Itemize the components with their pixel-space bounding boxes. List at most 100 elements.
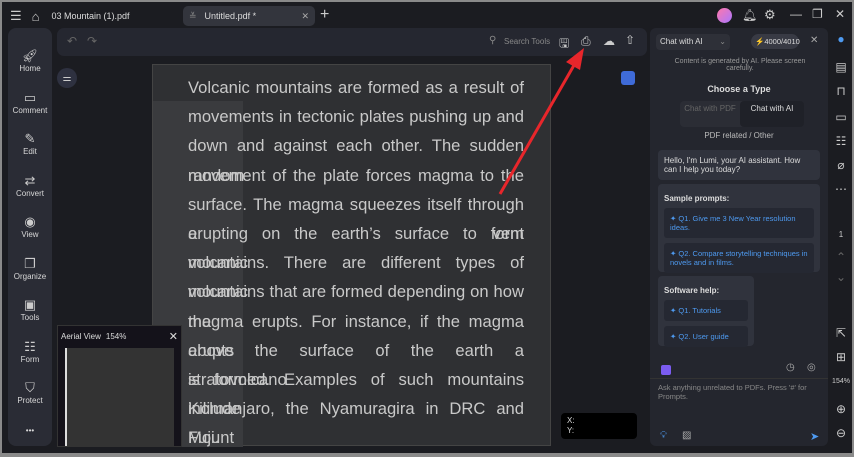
text-line: Kilimanjaro, the Nyamuragira in DRC and … (188, 399, 524, 448)
chat-input[interactable]: Ask anything unrelated to PDFs. Press '#… (658, 383, 818, 401)
ai-tool-icon[interactable] (621, 71, 635, 85)
type-ai-button[interactable]: Chat with AI (740, 101, 804, 127)
y-coord: Y: (567, 426, 575, 435)
help-item[interactable]: ✦ Q2. User guide (664, 326, 748, 347)
fit-width-icon[interactable]: ⊞ (830, 350, 852, 364)
title-bar: ☰ ⌂ 03 Mountain (1).pdf ≚ Untitled.pdf *… (2, 2, 852, 30)
image-icon[interactable]: ▨ (682, 430, 691, 441)
greeting-message: Hello, I'm Lumi, your AI assistant. How … (658, 150, 820, 180)
sidebar-item-label: Protect (17, 396, 43, 405)
close-icon[interactable]: ✕ (835, 7, 845, 21)
sidebar-item-label: Comment (12, 105, 48, 115)
sidebar-item-label: Form (20, 354, 40, 364)
right-rail: ● ▤ ⊓ ▭ ☷ ⌀ ⋯ 1 ⌃ ⌄ ⇱ ⊞ 154% ⊕ ⊖ (830, 28, 852, 446)
comment-icon: ▭ (23, 89, 37, 105)
edit-icon: ✎ (24, 131, 36, 146)
zoom-level[interactable]: 154% (830, 378, 852, 385)
aerial-thumbnail[interactable] (65, 348, 174, 446)
sidebar-item-edit[interactable]: ✎ Edit (8, 131, 52, 156)
form-icon: ☷ (24, 338, 36, 354)
sidebar-item-label: Tools (20, 313, 40, 322)
zoom-in-icon[interactable]: ⊕ (830, 402, 852, 416)
history-icon[interactable]: ◷ (786, 362, 795, 373)
send-icon[interactable]: ➤ (810, 430, 819, 443)
home-icon[interactable]: ⌂ (32, 9, 40, 24)
coordinate-readout: X: Y: (561, 413, 637, 439)
active-tab[interactable]: ≚ Untitled.pdf * ✕ (183, 6, 315, 26)
attachment-icon[interactable]: ⌀ (830, 158, 852, 172)
settings-icon[interactable]: ◎ (807, 362, 816, 373)
lightbulb-icon[interactable]: 💡︎ (660, 430, 667, 441)
avatar[interactable] (717, 8, 732, 23)
sidebar-item-organize[interactable]: ❐ Organize (8, 256, 52, 281)
tab-label: Untitled.pdf * (204, 11, 257, 21)
adjust-settings-icon[interactable]: ⚌ (57, 68, 77, 88)
page-number[interactable]: 1 (830, 230, 852, 239)
thumbnails-icon[interactable]: ▤ (830, 60, 852, 74)
more-icon[interactable]: ⋯ (830, 182, 852, 196)
sidebar-item-label: View (21, 230, 39, 239)
text-line: mountains that are formed depending on h… (188, 282, 524, 331)
comment-icon[interactable]: ▭ (830, 110, 852, 124)
app-window: ☰ ⌂ 03 Mountain (1).pdf ≚ Untitled.pdf *… (2, 2, 852, 453)
type-caption: PDF related / Other (704, 131, 774, 140)
select-cursor-icon[interactable]: ⇱ (830, 326, 852, 340)
help-item[interactable]: ✦ Q1. Tutorials (664, 300, 748, 321)
more-button[interactable]: ••• (8, 426, 52, 435)
aerial-title: Aerial View (61, 331, 101, 341)
sample-prompt[interactable]: ✦ Q1. Give me 3 New Year resolution idea… (664, 208, 814, 238)
sample-prompt[interactable]: ✦ Q2. Compare storytelling techniques in… (664, 243, 814, 273)
choose-type-heading: Choose a Type (707, 84, 771, 94)
prompt-library-icon[interactable] (661, 365, 671, 375)
minimize-icon[interactable]: — (790, 7, 802, 21)
new-tab-icon[interactable]: + (320, 6, 329, 24)
sidebar-item-view[interactable]: ◉ View (8, 214, 52, 239)
form-fields-icon[interactable]: ☷ (830, 134, 852, 148)
close-tab-icon[interactable]: ✕ (301, 11, 309, 22)
sidebar-item-tools[interactable]: ▣ Tools (8, 297, 52, 322)
page-up-icon[interactable]: ⌃ (830, 250, 852, 264)
software-help-card: Software help: ✦ Q1. Tutorials ✦ Q2. Use… (658, 276, 754, 347)
redo-icon[interactable]: ↷ (87, 34, 97, 48)
text-line: movement of the plate forces magma to th… (188, 165, 524, 185)
aerial-zoom: 154% (105, 331, 127, 341)
undo-icon[interactable]: ↶ (67, 34, 77, 48)
sidebar-item-label: Edit (23, 147, 37, 156)
sidebar-item-protect[interactable]: ⛉ Protect (8, 380, 52, 405)
restore-icon[interactable]: ❐ (812, 7, 823, 21)
credits-badge[interactable]: ⚡4000/4010 (751, 34, 800, 49)
bookmark-icon[interactable]: ⊓ (830, 84, 852, 98)
text-line: down and against each other. The sudden … (188, 136, 524, 185)
menu-icon[interactable]: ☰ (10, 8, 22, 24)
share-icon[interactable]: ⇧ (625, 33, 635, 47)
x-coord: X: (567, 416, 575, 425)
sidebar-item-convert[interactable]: ⇄ Convert (8, 173, 52, 198)
text-line: above the surface of the earth a stratov… (188, 340, 524, 389)
gear-icon[interactable]: ⚙ (764, 7, 776, 23)
text-line: erupting on the earth’s surface to form … (188, 223, 524, 273)
text-line: Fuji. (188, 428, 220, 448)
sample-prompts-card: Sample prompts: ✦ Q1. Give me 3 New Year… (658, 184, 820, 273)
file-tab[interactable]: 03 Mountain (1).pdf (52, 11, 130, 21)
page-down-icon[interactable]: ⌄ (830, 270, 852, 284)
disclaimer: Content is generated by AI. Please scree… (674, 58, 806, 72)
type-pdf-button[interactable]: Chat with PDF (680, 101, 740, 127)
red-arrow-annotation (498, 48, 584, 195)
bell-icon[interactable]: 🔔︎ (742, 8, 757, 22)
text-line: mountains. There are different types of … (188, 253, 524, 302)
aerial-view-panel: Aerial View 154% ✕ (57, 325, 182, 447)
text-line: is formed. Examples of such mountains in… (188, 369, 524, 419)
sidebar-item-form[interactable]: ☷ Form (8, 339, 52, 364)
close-icon[interactable]: ✕ (169, 330, 178, 343)
shield-icon: ⛉ (25, 380, 35, 395)
sidebar-item-home[interactable]: 🚀︎ Home (8, 48, 52, 73)
close-panel-icon[interactable]: ✕ (810, 35, 818, 46)
sample-title: Sample prompts: (664, 194, 730, 203)
cloud-upload-icon[interactable]: ☁ (603, 34, 615, 48)
sidebar-item-label: Home (19, 64, 41, 73)
zoom-out-icon[interactable]: ⊖ (830, 426, 852, 440)
sidebar-item-comment[interactable]: ▭ Comment (8, 90, 52, 115)
left-sidebar: 🚀︎ Home ▭ Comment ✎ Edit ⇄ Convert ◉ View ❐ Organiz… (8, 28, 52, 446)
chat-mode-select[interactable]: Chat with AI ⌄ (656, 34, 730, 50)
ai-assistant-icon[interactable]: ● (830, 32, 852, 46)
